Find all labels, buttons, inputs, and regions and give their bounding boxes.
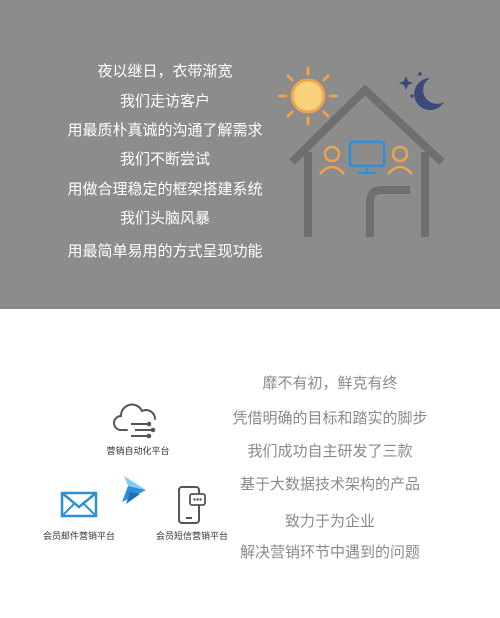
story-line-6: 解决营销环节中遇到的问题: [239, 543, 420, 561]
phone-chat-icon: [178, 486, 206, 524]
story-line-3: 我们成功自主研发了三款: [247, 442, 413, 460]
platform-label-automation: 营销自动化平台: [106, 447, 170, 457]
house-illustration-icon: [278, 66, 445, 237]
cloud-share-icon: [113, 403, 156, 439]
platform-label-email: 会员邮件营销平台: [42, 532, 115, 542]
platform-label-sms: 会员短信营销平台: [155, 532, 228, 542]
story-line-4: 基于大数据技术架构的产品: [239, 475, 420, 493]
moon-icon: [399, 72, 444, 110]
sun-icon: [278, 66, 338, 126]
story-line-2: 凭借明确的目标和踏实的脚步: [232, 409, 428, 427]
hero-banner: 夜以继日，衣带渐宽 我们走访客户 用最质朴真诚的沟通了解需求 我们不断尝试 用做…: [0, 0, 500, 309]
story-line-5: 致力于为企业: [284, 512, 375, 530]
hero-line-7: 用最简单易用的方式呈现功能: [67, 242, 263, 260]
story-line-1: 靡不有初，鲜克有终: [262, 374, 398, 392]
envelope-icon: [60, 491, 98, 518]
paper-plane-icon: [122, 476, 146, 504]
